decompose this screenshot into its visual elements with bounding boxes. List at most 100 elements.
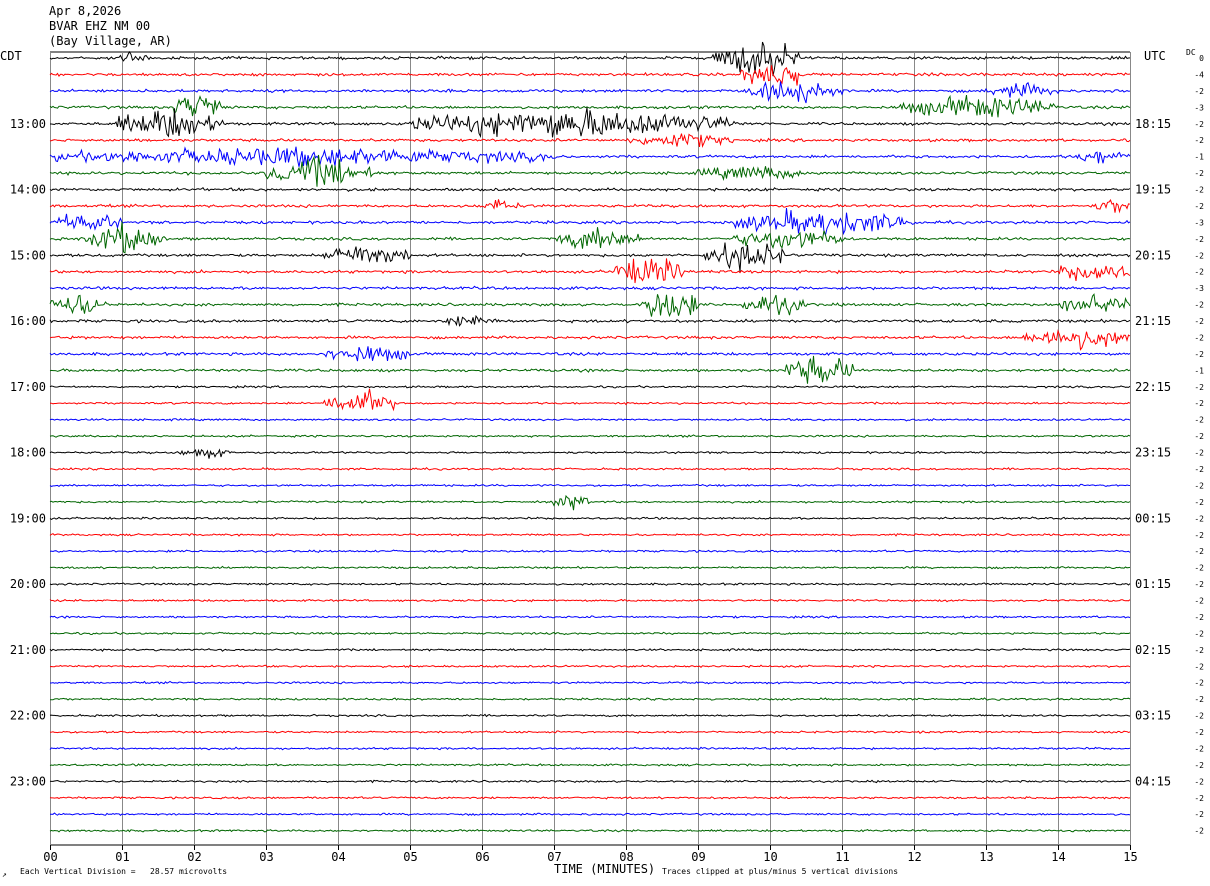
dc-label: DC — [1186, 48, 1196, 57]
seismic-trace — [49, 467, 1131, 471]
seismic-trace — [49, 434, 1131, 438]
seismic-trace — [49, 795, 1131, 800]
x-tick-label: 09 — [691, 850, 705, 864]
dc-offset-label: -2 — [1194, 87, 1204, 96]
dc-offset-label: -2 — [1194, 629, 1204, 638]
dc-offset-label: -2 — [1194, 646, 1204, 655]
dc-offset-label: -2 — [1194, 416, 1204, 425]
x-tick-label: 03 — [259, 850, 273, 864]
seismic-trace — [49, 146, 1131, 167]
utc-hour-label: 01:15 — [1135, 577, 1171, 591]
seismic-trace — [49, 582, 1131, 586]
dc-offset-label: -2 — [1194, 432, 1204, 441]
dc-offset-label: -2 — [1194, 613, 1204, 622]
dc-offset-label: -2 — [1194, 202, 1204, 211]
utc-hour-label: 04:15 — [1135, 774, 1171, 788]
utc-hour-label: 18:15 — [1135, 117, 1171, 131]
corner-mark: ↗ — [2, 870, 7, 879]
dc-offset-label: -2 — [1194, 777, 1204, 786]
x-tick-label: 14 — [1051, 850, 1065, 864]
dc-offset-label: -2 — [1194, 531, 1204, 540]
dc-offset-label: -2 — [1194, 794, 1204, 803]
seismic-trace — [49, 631, 1131, 636]
seismic-trace — [49, 779, 1131, 784]
dc-offset-label: -2 — [1194, 301, 1204, 310]
utc-hour-label: 21:15 — [1135, 314, 1171, 328]
seismic-trace — [49, 448, 1131, 459]
seismic-trace — [49, 198, 1131, 214]
dc-offset-label: -1 — [1194, 153, 1204, 162]
seismic-trace — [49, 664, 1131, 669]
utc-hour-label: 03:15 — [1135, 709, 1171, 723]
seismic-trace — [49, 697, 1131, 702]
utc-hour-label: 22:15 — [1135, 380, 1171, 394]
dc-offset-label: -2 — [1194, 547, 1204, 556]
cdt-hour-label: 23:00 — [10, 774, 46, 788]
left-zone-label: CDT — [0, 49, 22, 63]
dc-offset-label: -2 — [1194, 169, 1204, 178]
cdt-hour-label: 15:00 — [10, 248, 46, 262]
seismic-trace — [49, 762, 1130, 767]
cdt-hour-label: 17:00 — [10, 380, 46, 394]
x-tick-label: 13 — [979, 850, 993, 864]
seismic-trace — [49, 516, 1131, 521]
dc-offset-label: -2 — [1194, 712, 1204, 721]
dc-offset-label: -2 — [1194, 580, 1204, 589]
seismic-trace — [49, 329, 1131, 351]
seismic-trace — [50, 680, 1131, 685]
dc-offset-label: -2 — [1194, 251, 1204, 260]
dc-offset-label: -2 — [1194, 136, 1204, 145]
cdt-hour-label: 18:00 — [10, 446, 46, 460]
seismic-trace — [49, 713, 1131, 718]
dc-offset-label: -2 — [1194, 662, 1204, 671]
seismic-trace — [49, 314, 1131, 327]
cdt-hour-label: 22:00 — [10, 709, 46, 723]
seismic-trace — [50, 388, 1131, 412]
seismic-trace — [49, 533, 1131, 537]
seismic-trace — [50, 812, 1131, 817]
cdt-hour-label: 16:00 — [10, 314, 46, 328]
x-tick-label: 00 — [43, 850, 57, 864]
seismic-trace — [49, 483, 1131, 488]
dc-offset-label: -2 — [1194, 827, 1204, 836]
dc-offset-label: -2 — [1194, 120, 1204, 129]
utc-hour-label: 19:15 — [1135, 183, 1171, 197]
dc-offset-label: -2 — [1194, 761, 1204, 770]
seismic-trace — [49, 154, 1131, 187]
seismic-trace — [49, 828, 1131, 833]
utc-hour-label: 00:15 — [1135, 511, 1171, 525]
dc-offset-label: -2 — [1194, 481, 1204, 490]
seismic-trace — [49, 81, 1131, 104]
seismic-trace — [49, 258, 1131, 284]
dc-offset-label: -4 — [1194, 70, 1204, 79]
clip-text: Traces clipped at plus/minus 5 vertical … — [662, 867, 899, 876]
seismic-trace — [49, 417, 1131, 422]
seismic-trace — [49, 565, 1131, 570]
dc-offset-label: -2 — [1194, 679, 1204, 688]
cdt-hour-label: 14:00 — [10, 183, 46, 197]
x-tick-label: 12 — [907, 850, 921, 864]
utc-hour-label: 20:15 — [1135, 248, 1171, 262]
seismic-trace — [49, 648, 1131, 653]
dc-offset-label: -3 — [1194, 284, 1204, 293]
cdt-hour-label: 19:00 — [10, 511, 46, 525]
utc-hour-label: 02:15 — [1135, 643, 1171, 657]
right-zone-label: UTC — [1144, 49, 1166, 63]
dc-offset-label: -2 — [1194, 235, 1204, 244]
dc-offset-label: -2 — [1194, 449, 1204, 458]
dc-offset-label: -2 — [1194, 597, 1204, 606]
dc-offset-label: -2 — [1194, 695, 1204, 704]
dc-offset-label: -2 — [1194, 728, 1204, 737]
header-station: BVAR EHZ NM 00 — [49, 19, 151, 33]
dc-offset-label: -2 — [1194, 399, 1204, 408]
seismic-trace — [49, 242, 1131, 272]
cdt-hour-label: 13:00 — [10, 117, 46, 131]
seismic-trace — [49, 549, 1131, 554]
dc-offset-label: -2 — [1194, 498, 1204, 507]
seismic-trace — [49, 346, 1131, 362]
seismic-trace — [49, 221, 1131, 254]
cdt-hour-label: 20:00 — [10, 577, 46, 591]
dc-offset-label: -2 — [1194, 333, 1204, 342]
seismic-trace — [49, 746, 1131, 751]
dc-offset-label: 0 — [1199, 54, 1204, 63]
